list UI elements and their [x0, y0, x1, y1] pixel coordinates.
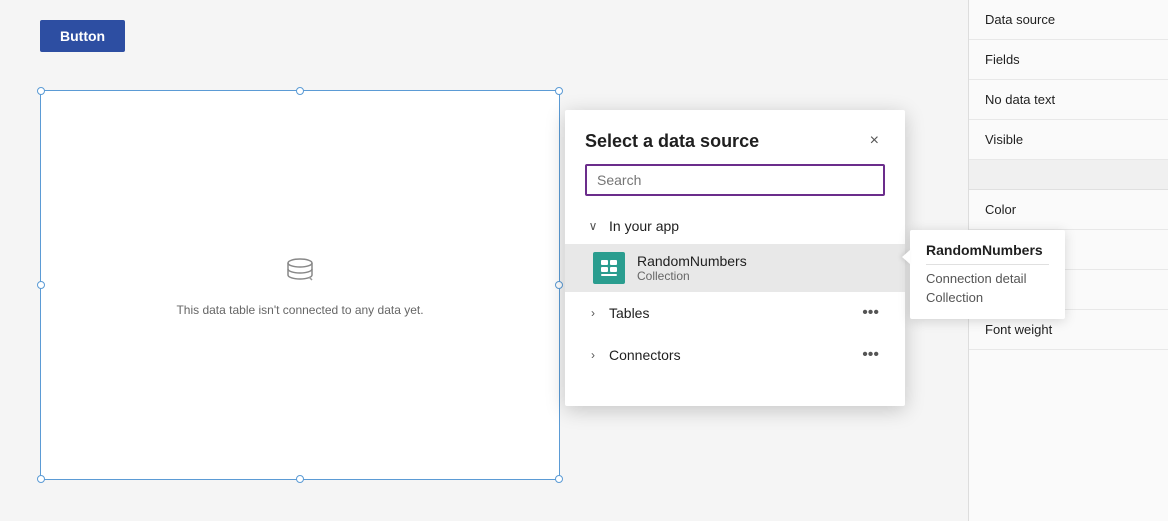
- tables-label: Tables: [609, 305, 649, 321]
- tooltip-box: RandomNumbers Connection detail Collecti…: [910, 230, 1065, 319]
- random-numbers-subtitle: Collection: [637, 269, 747, 283]
- data-table-empty-state: This data table isn't connected to any d…: [176, 254, 423, 317]
- database-icon: [282, 254, 318, 295]
- random-numbers-icon: [593, 252, 625, 284]
- panel-item-visible[interactable]: Visible: [969, 120, 1168, 160]
- handle-bot-right[interactable]: [555, 475, 563, 483]
- panel-item-data-source[interactable]: Data source: [969, 0, 1168, 40]
- chevron-down-icon: ∨: [585, 219, 601, 233]
- dialog-title: Select a data source: [585, 131, 759, 152]
- handle-top-center[interactable]: [296, 87, 304, 95]
- dialog-close-button[interactable]: ×: [864, 130, 885, 152]
- tooltip-line-2: Collection: [926, 288, 1049, 307]
- tooltip-line-1: Connection detail: [926, 269, 1049, 288]
- random-numbers-item[interactable]: RandomNumbers Collection: [565, 244, 905, 292]
- in-your-app-section[interactable]: ∨ In your app: [565, 208, 905, 244]
- handle-top-left[interactable]: [37, 87, 45, 95]
- chevron-right-icon: ›: [585, 306, 601, 320]
- search-input[interactable]: [597, 172, 873, 188]
- in-your-app-label: In your app: [609, 218, 679, 234]
- data-table-label: This data table isn't connected to any d…: [176, 303, 423, 317]
- tables-section-left: › Tables: [585, 305, 649, 321]
- tooltip-arrow: [902, 250, 910, 264]
- connectors-label: Connectors: [609, 347, 681, 363]
- panel-item-color[interactable]: Color: [969, 190, 1168, 230]
- connectors-section-left: › Connectors: [585, 347, 681, 363]
- connectors-section[interactable]: › Connectors •••: [565, 334, 905, 376]
- random-numbers-text: RandomNumbers Collection: [637, 253, 747, 283]
- connectors-more-button[interactable]: •••: [856, 344, 885, 366]
- tooltip-title: RandomNumbers: [926, 242, 1049, 258]
- data-source-dialog: Select a data source × ∨ In your app: [565, 110, 905, 406]
- handle-top-right[interactable]: [555, 87, 563, 95]
- handle-mid-left[interactable]: [37, 281, 45, 289]
- random-numbers-name: RandomNumbers: [637, 253, 747, 269]
- tables-section[interactable]: › Tables •••: [565, 292, 905, 334]
- panel-item-no-data-text[interactable]: No data text: [969, 80, 1168, 120]
- search-box[interactable]: [585, 164, 885, 196]
- panel-spacer: [969, 160, 1168, 190]
- tooltip-divider: [926, 264, 1049, 265]
- handle-bot-left[interactable]: [37, 475, 45, 483]
- canvas-area: Button This data table isn't connected t…: [0, 0, 968, 521]
- dialog-header: Select a data source ×: [565, 110, 905, 164]
- tables-more-button[interactable]: •••: [856, 302, 885, 324]
- button-control[interactable]: Button: [40, 20, 125, 52]
- handle-bot-center[interactable]: [296, 475, 304, 483]
- handle-mid-right[interactable]: [555, 281, 563, 289]
- chevron-right-icon-2: ›: [585, 348, 601, 362]
- panel-item-fields[interactable]: Fields: [969, 40, 1168, 80]
- data-table-frame[interactable]: This data table isn't connected to any d…: [40, 90, 560, 480]
